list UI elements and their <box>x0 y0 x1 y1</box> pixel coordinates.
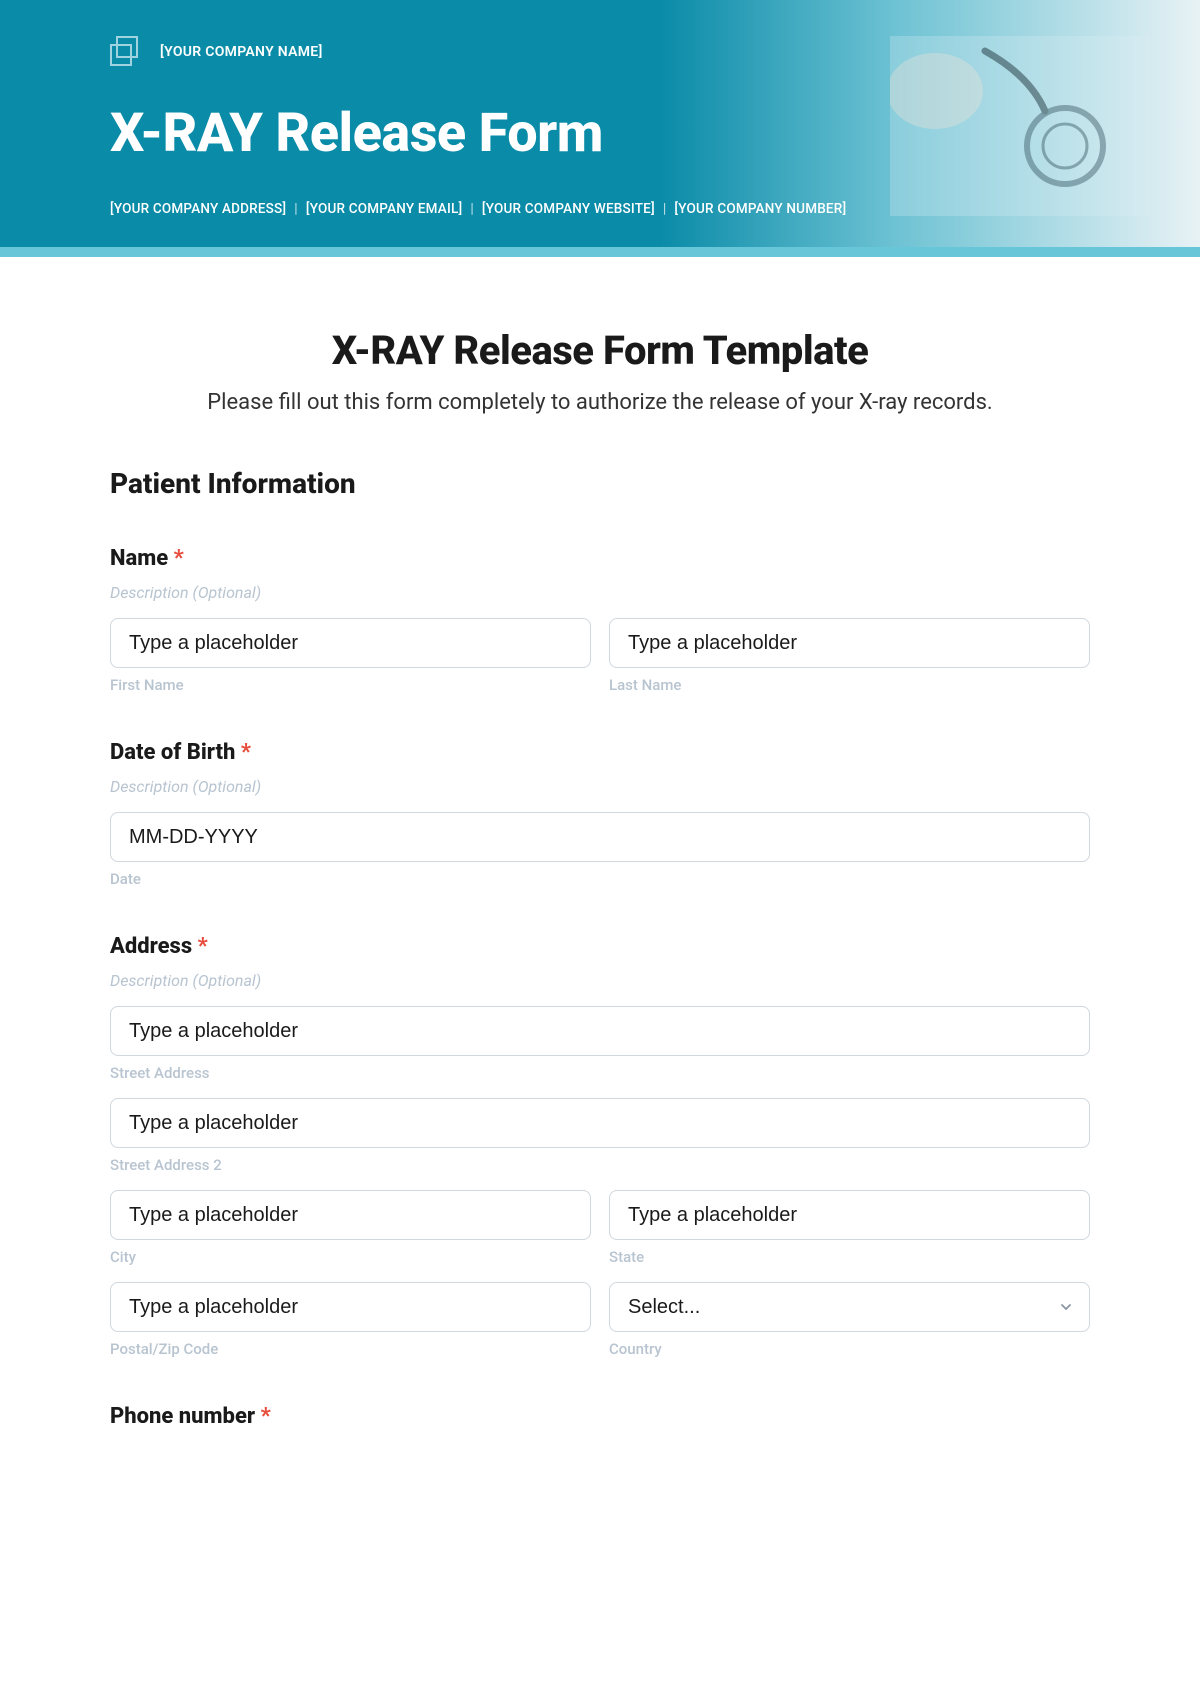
stethoscope-image <box>890 36 1150 216</box>
address-label: Address <box>110 934 192 959</box>
postal-sublabel: Postal/Zip Code <box>110 1340 591 1358</box>
last-name-sublabel: Last Name <box>609 676 1090 694</box>
street-sublabel: Street Address <box>110 1064 1090 1082</box>
state-sublabel: State <box>609 1248 1090 1266</box>
field-phone: Phone number * <box>110 1404 1090 1429</box>
address-description: Description (Optional) <box>110 971 1090 990</box>
state-input[interactable] <box>609 1190 1090 1240</box>
page-subtitle: Please fill out this form completely to … <box>110 390 1090 415</box>
section-patient-info: Patient Information <box>110 467 1090 500</box>
page-title: X-RAY Release Form Template <box>110 327 1090 374</box>
accent-bar <box>0 247 1200 257</box>
company-website: [YOUR COMPANY WEBSITE] <box>482 201 655 217</box>
street-address-input[interactable] <box>110 1006 1090 1056</box>
street2-sublabel: Street Address 2 <box>110 1156 1090 1174</box>
country-select[interactable] <box>609 1282 1090 1332</box>
phone-label: Phone number <box>110 1404 255 1429</box>
company-name: [YOUR COMPANY NAME] <box>160 44 323 60</box>
required-mark: * <box>174 546 184 571</box>
company-logo-icon <box>110 36 142 68</box>
first-name-sublabel: First Name <box>110 676 591 694</box>
company-number: [YOUR COMPANY NUMBER] <box>674 201 846 217</box>
city-input[interactable] <box>110 1190 591 1240</box>
dob-input[interactable] <box>110 812 1090 862</box>
name-description: Description (Optional) <box>110 583 1090 602</box>
required-mark: * <box>261 1404 271 1429</box>
name-label: Name <box>110 546 168 571</box>
hero-banner: [YOUR COMPANY NAME] X-RAY Release Form [… <box>0 0 1200 247</box>
country-sublabel: Country <box>609 1340 1090 1358</box>
field-name: Name * Description (Optional) First Name… <box>110 546 1090 694</box>
city-sublabel: City <box>110 1248 591 1266</box>
dob-label: Date of Birth <box>110 740 235 765</box>
required-mark: * <box>241 740 251 765</box>
field-dob: Date of Birth * Description (Optional) D… <box>110 740 1090 888</box>
dob-description: Description (Optional) <box>110 777 1090 796</box>
required-mark: * <box>198 934 208 959</box>
company-email: [YOUR COMPANY EMAIL] <box>306 201 462 217</box>
postal-input[interactable] <box>110 1282 591 1332</box>
street-address2-input[interactable] <box>110 1098 1090 1148</box>
first-name-input[interactable] <box>110 618 591 668</box>
field-address: Address * Description (Optional) Street … <box>110 934 1090 1358</box>
dob-sublabel: Date <box>110 870 1090 888</box>
company-address: [YOUR COMPANY ADDRESS] <box>110 201 286 217</box>
last-name-input[interactable] <box>609 618 1090 668</box>
